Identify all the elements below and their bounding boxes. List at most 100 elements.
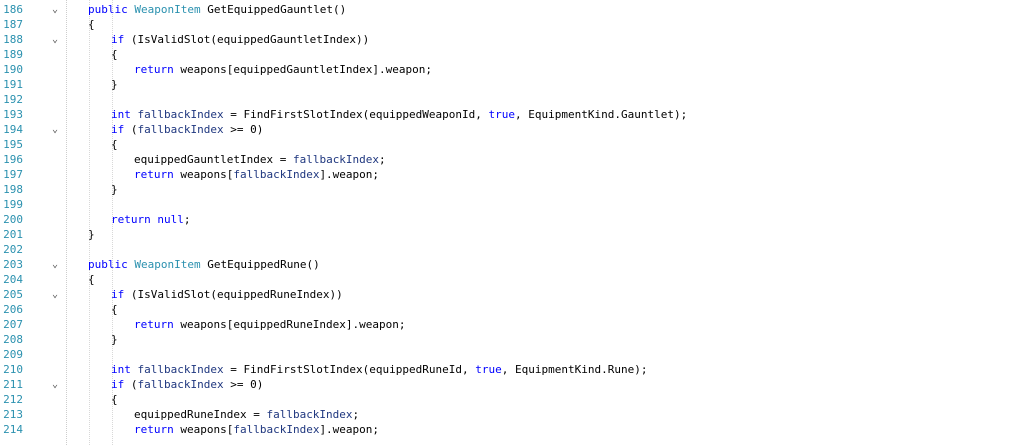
code-token: { bbox=[111, 138, 118, 151]
line-number: 214 bbox=[3, 423, 23, 436]
code-token: fallbackIndex bbox=[137, 363, 224, 376]
code-line[interactable]: 194 ⌄ if (fallbackIndex >= 0) bbox=[0, 122, 1024, 137]
code-token: weapons[equippedRuneIndex].weapon; bbox=[180, 318, 406, 331]
line-number: 212 bbox=[3, 393, 23, 406]
code-token: (IsValidSlot(equippedGauntletIndex)) bbox=[130, 33, 370, 46]
code-text: return weapons[fallbackIndex].weapon; bbox=[134, 167, 379, 182]
line-number: 210 bbox=[3, 363, 23, 376]
code-line[interactable]: 188 ⌄ if (IsValidSlot(equippedGauntletInde… bbox=[0, 32, 1024, 47]
line-number: 195 bbox=[3, 138, 23, 151]
code-line[interactable]: 200 return null; bbox=[0, 212, 1024, 227]
code-token: fallbackIndex bbox=[233, 168, 320, 181]
line-number: 202 bbox=[3, 243, 23, 256]
code-token: equippedGauntletIndex = bbox=[134, 153, 293, 166]
code-text: if (IsValidSlot(equippedGauntletIndex)) bbox=[111, 32, 369, 47]
code-editor[interactable]: 186 ⌄ public WeaponItem GetEquippedGauntle… bbox=[0, 0, 1024, 445]
code-token: public bbox=[88, 3, 135, 16]
code-token: if bbox=[111, 33, 131, 46]
code-line[interactable]: 192 bbox=[0, 92, 1024, 107]
code-token: , EquipmentKind.Gauntlet); bbox=[515, 108, 688, 121]
code-token: fallbackIndex bbox=[266, 408, 353, 421]
code-line[interactable]: 199 bbox=[0, 197, 1024, 212]
code-line[interactable]: 210 int fallbackIndex = FindFirstSlotInde… bbox=[0, 362, 1024, 377]
code-token: >= 0) bbox=[223, 123, 264, 136]
code-line[interactable]: 191} bbox=[0, 77, 1024, 92]
code-line[interactable]: 197 return weapons[fallbackIndex].weapon; bbox=[0, 167, 1024, 182]
code-line[interactable]: 211 ⌄ if (fallbackIndex >= 0) bbox=[0, 377, 1024, 392]
code-text: equippedGauntletIndex = fallbackIndex; bbox=[134, 152, 386, 167]
code-line[interactable]: 201} bbox=[0, 227, 1024, 242]
code-text: public WeaponItem GetEquippedGauntlet() bbox=[88, 2, 346, 17]
chevron-down-icon[interactable]: ⌄ bbox=[50, 257, 60, 272]
code-line[interactable]: 198} bbox=[0, 182, 1024, 197]
code-text: return weapons[fallbackIndex].weapon; bbox=[134, 422, 379, 437]
code-line[interactable]: 205 ⌄ if (IsValidSlot(equippedRuneIndex)) bbox=[0, 287, 1024, 302]
code-line[interactable]: 187 { bbox=[0, 17, 1024, 32]
code-token: ; bbox=[379, 153, 386, 166]
code-token: { bbox=[111, 303, 118, 316]
code-token: WeaponItem bbox=[134, 3, 208, 16]
code-token: true bbox=[488, 108, 516, 121]
code-token: } bbox=[111, 183, 118, 196]
code-line[interactable]: 202 bbox=[0, 242, 1024, 257]
code-line[interactable]: 186 ⌄ public WeaponItem GetEquippedGauntle… bbox=[0, 2, 1024, 17]
code-line[interactable]: 203 ⌄ public WeaponItem GetEquippedRune() bbox=[0, 257, 1024, 272]
code-token: if bbox=[111, 378, 131, 391]
code-line[interactable]: 193 int fallbackIndex = FindFirstSlotInde… bbox=[0, 107, 1024, 122]
code-text: } bbox=[111, 332, 118, 347]
code-token: return bbox=[111, 213, 158, 226]
code-text: { bbox=[111, 47, 118, 62]
code-line[interactable]: 189 { bbox=[0, 47, 1024, 62]
code-line[interactable]: 212 { bbox=[0, 392, 1024, 407]
code-line[interactable]: 195 { bbox=[0, 137, 1024, 152]
code-token: (IsValidSlot(equippedRuneIndex)) bbox=[130, 288, 343, 301]
code-text: int fallbackIndex = FindFirstSlotIndex(e… bbox=[111, 362, 647, 377]
line-number: 207 bbox=[3, 318, 23, 331]
code-token: ].weapon; bbox=[319, 168, 380, 181]
code-line[interactable]: 207 return weapons[equippedRuneIndex].wea… bbox=[0, 317, 1024, 332]
line-number: 201 bbox=[3, 228, 23, 241]
code-line[interactable]: 196 equippedGauntletIndex = fallbackIndex… bbox=[0, 152, 1024, 167]
code-line[interactable]: 209 bbox=[0, 347, 1024, 362]
line-number: 209 bbox=[3, 348, 23, 361]
code-text: { bbox=[111, 137, 118, 152]
code-token: weapons[ bbox=[180, 423, 234, 436]
code-line[interactable]: 213 equippedRuneIndex = fallbackIndex; bbox=[0, 407, 1024, 422]
code-text: if (IsValidSlot(equippedRuneIndex)) bbox=[111, 287, 343, 302]
line-number: 203 bbox=[3, 258, 23, 271]
code-token: ].weapon; bbox=[319, 423, 380, 436]
code-token: fallbackIndex bbox=[292, 153, 380, 166]
line-number: 197 bbox=[3, 168, 23, 181]
code-text: if (fallbackIndex >= 0) bbox=[111, 377, 263, 392]
code-token: ( bbox=[130, 378, 138, 391]
code-token: if bbox=[111, 288, 131, 301]
code-token: weapons[equippedGauntletIndex].weapon; bbox=[180, 63, 433, 76]
line-number: 199 bbox=[3, 198, 23, 211]
line-number: 205 bbox=[3, 288, 23, 301]
code-token: } bbox=[88, 228, 95, 241]
code-token: fallbackIndex bbox=[137, 123, 224, 136]
chevron-down-icon[interactable]: ⌄ bbox=[50, 2, 60, 17]
code-line[interactable]: 214 return weapons[fallbackIndex].weapon; bbox=[0, 422, 1024, 437]
code-text: int fallbackIndex = FindFirstSlotIndex(e… bbox=[111, 107, 687, 122]
code-token: true bbox=[475, 363, 502, 376]
line-number: 206 bbox=[3, 303, 23, 316]
code-line[interactable]: 208} bbox=[0, 332, 1024, 347]
chevron-down-icon[interactable]: ⌄ bbox=[50, 377, 60, 392]
code-text: return null; bbox=[111, 212, 190, 227]
chevron-down-icon[interactable]: ⌄ bbox=[50, 122, 60, 137]
code-token: WeaponItem bbox=[134, 258, 208, 271]
line-number: 191 bbox=[3, 78, 23, 91]
line-number: 198 bbox=[3, 183, 23, 196]
chevron-down-icon[interactable]: ⌄ bbox=[50, 32, 60, 47]
code-line[interactable]: 190 return weapons[equippedGauntletIndex]… bbox=[0, 62, 1024, 77]
chevron-down-icon[interactable]: ⌄ bbox=[50, 287, 60, 302]
line-number: 196 bbox=[3, 153, 23, 166]
code-text: equippedRuneIndex = fallbackIndex; bbox=[134, 407, 359, 422]
code-token: equippedRuneIndex = bbox=[134, 408, 267, 421]
code-token: = FindFirstSlotIndex(equippedRuneId, bbox=[223, 363, 476, 376]
code-line[interactable]: 206 { bbox=[0, 302, 1024, 317]
code-token: fallbackIndex bbox=[137, 108, 224, 121]
line-number: 194 bbox=[3, 123, 23, 136]
code-line[interactable]: 204 { bbox=[0, 272, 1024, 287]
